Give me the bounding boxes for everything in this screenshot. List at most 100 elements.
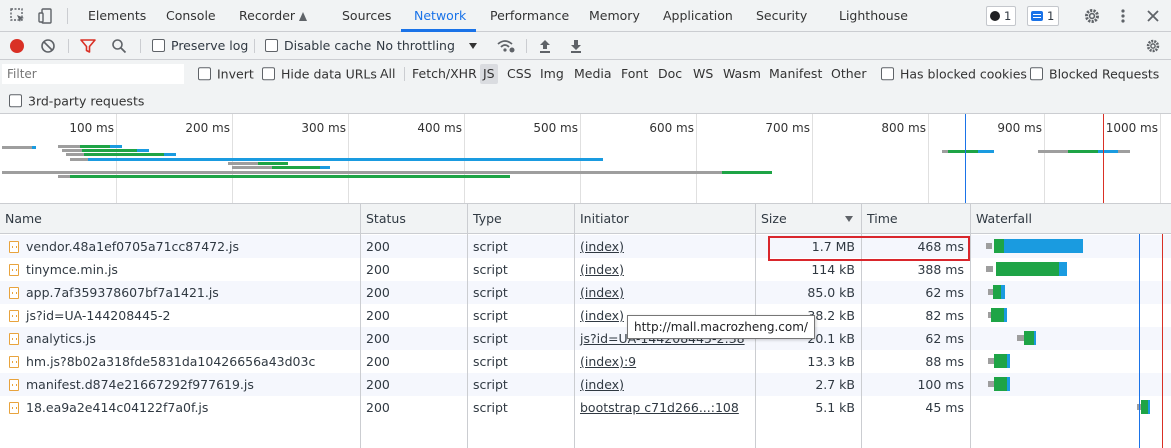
filter-icon[interactable] — [80, 38, 96, 54]
table-row[interactable]: hm.js?8b02a318fde5831da10426656a43d03c 20… — [0, 350, 1171, 373]
third-party-requests-checkbox[interactable]: 3rd-party requests — [9, 94, 144, 108]
overview-request-bar — [66, 153, 84, 156]
initiator-link[interactable]: (index) — [575, 281, 755, 304]
third-party-requests-label: 3rd-party requests — [28, 93, 145, 109]
request-name-cell[interactable]: js?id=UA-144208445-2 — [0, 304, 360, 327]
column-header-size[interactable]: Size — [756, 204, 862, 234]
tab-performance[interactable]: Performance — [490, 0, 569, 32]
issues-badge[interactable]: 1 — [986, 6, 1017, 26]
request-name-cell[interactable]: hm.js?8b02a318fde5831da10426656a43d03c — [0, 350, 360, 373]
request-name-cell[interactable]: tinymce.min.js — [0, 258, 360, 281]
invert-checkbox[interactable]: Invert — [198, 67, 254, 81]
tab-memory[interactable]: Memory — [589, 0, 640, 32]
waterfall-timing-bar — [994, 239, 1004, 253]
network-overview-timeline[interactable]: 100 ms 200 ms 300 ms 400 ms 500 ms 600 m… — [0, 114, 1171, 204]
type-cell: script — [473, 239, 508, 254]
table-row[interactable]: vendor.48a1ef0705a71cc87472.js 200 script (… — [0, 235, 1171, 258]
tab-lighthouse[interactable]: Lighthouse — [839, 0, 908, 32]
table-row[interactable]: manifest.d874e21667292f977619.js 200 scrip… — [0, 373, 1171, 396]
disable-cache-checkbox[interactable]: Disable cache — [265, 32, 371, 60]
preserve-log-checkbox[interactable]: Preserve log — [152, 32, 248, 60]
request-name-cell[interactable]: app.7af359378607bf7a1421.js — [0, 281, 360, 304]
column-header-time[interactable]: Time — [862, 204, 971, 234]
column-header-status[interactable]: Status — [361, 204, 468, 234]
filter-type-js[interactable]: JS — [480, 64, 498, 84]
search-icon[interactable] — [111, 38, 127, 54]
clear-icon[interactable] — [40, 38, 56, 54]
request-name-cell[interactable]: analytics.js — [0, 327, 360, 350]
has-blocked-cookies-checkbox[interactable]: Has blocked cookies — [881, 67, 1027, 81]
network-conditions-wifi-icon[interactable] — [496, 38, 516, 54]
filter-type-media[interactable]: Media — [571, 64, 615, 84]
overview-request-bar — [110, 145, 122, 148]
overview-tick-label: 100 ms — [69, 121, 114, 135]
script-file-icon — [9, 287, 19, 299]
filter-type-fetch-xhr[interactable]: Fetch/XHR — [409, 64, 480, 84]
request-name-cell[interactable]: 18.ea9a2e414c04122f7a0f.js — [0, 396, 360, 419]
invert-label: Invert — [217, 66, 254, 82]
flask-icon — [299, 12, 308, 21]
filter-type-css[interactable]: CSS — [504, 64, 535, 84]
tab-network[interactable]: Network — [414, 0, 466, 32]
filter-type-all[interactable]: All — [377, 64, 399, 84]
filter-type-manifest[interactable]: Manifest — [766, 64, 825, 84]
column-header-name[interactable]: Name — [0, 204, 361, 234]
overview-request-bar — [58, 175, 70, 178]
table-row[interactable]: app.7af359378607bf7a1421.js 200 script (ind… — [0, 281, 1171, 304]
initiator-link[interactable]: (index) — [575, 258, 755, 281]
request-name: 18.ea9a2e414c04122f7a0f.js — [26, 400, 209, 415]
overview-tick-label: 700 ms — [765, 121, 810, 135]
dom-content-loaded-marker — [965, 114, 966, 203]
tab-console[interactable]: Console — [166, 0, 216, 32]
table-row[interactable]: tinymce.min.js 200 script (index) 114 kB 388 … — [0, 258, 1171, 281]
initiator-link[interactable]: (index):9 — [575, 350, 755, 373]
tab-security[interactable]: Security — [756, 0, 807, 32]
tab-application[interactable]: Application — [663, 0, 733, 32]
waterfall-timing-bar — [991, 308, 1004, 322]
initiator-link[interactable]: bootstrap c71d266...:108 — [575, 396, 755, 419]
filter-type-ws[interactable]: WS — [690, 64, 716, 84]
network-settings-gear-icon[interactable] — [1144, 38, 1162, 54]
devtools-tab-bar: Elements Console Recorder Sources Networ… — [0, 0, 1171, 32]
overview-request-bar — [1098, 150, 1118, 153]
checkbox-box — [265, 39, 278, 52]
toolbar-divider — [254, 39, 255, 53]
close-icon[interactable] — [1144, 7, 1162, 25]
table-row[interactable]: analytics.js200scriptjs?id=UA-144208445-… — [0, 327, 1171, 350]
filter-type-other[interactable]: Other — [828, 64, 870, 84]
filter-type-wasm[interactable]: Wasm — [720, 64, 764, 84]
table-row[interactable]: js?id=UA-144208445-2 200 script (index) 38.2… — [0, 304, 1171, 327]
initiator-link[interactable]: (index) — [575, 235, 755, 258]
filter-type-img[interactable]: Img — [537, 64, 567, 84]
column-header-initiator[interactable]: Initiator — [575, 204, 756, 234]
tab-elements[interactable]: Elements — [88, 0, 146, 32]
time-cell: 100 ms — [917, 377, 964, 392]
tab-recorder[interactable]: Recorder — [239, 0, 308, 32]
initiator-link[interactable]: (index) — [575, 373, 755, 396]
filter-type-font[interactable]: Font — [618, 64, 651, 84]
export-har-download-icon[interactable] — [569, 38, 583, 54]
record-icon[interactable] — [9, 38, 25, 54]
messages-badge[interactable]: 1 — [1027, 6, 1060, 26]
disable-cache-label: Disable cache — [284, 38, 372, 53]
column-header-waterfall[interactable]: Waterfall — [971, 204, 1171, 234]
settings-gear-icon[interactable] — [1083, 7, 1101, 25]
type-cell: script — [473, 285, 508, 300]
inspect-element-icon[interactable] — [9, 7, 27, 25]
table-row[interactable]: 18.ea9a2e414c04122f7a0f.js 200 script boots… — [0, 396, 1171, 419]
column-header-type[interactable]: Type — [468, 204, 575, 234]
filter-input[interactable] — [2, 64, 184, 84]
column-divider — [574, 234, 575, 448]
device-toolbar-icon[interactable] — [37, 7, 55, 25]
overview-gridline — [696, 114, 697, 203]
filter-type-doc[interactable]: Doc — [655, 64, 685, 84]
hide-data-urls-checkbox[interactable]: Hide data URLs — [262, 67, 377, 81]
blocked-requests-checkbox[interactable]: Blocked Requests — [1030, 67, 1159, 81]
request-name-cell[interactable]: vendor.48a1ef0705a71cc87472.js — [0, 235, 360, 258]
tab-sources[interactable]: Sources — [342, 0, 391, 32]
import-har-upload-icon[interactable] — [538, 38, 552, 54]
request-name-cell[interactable]: manifest.d874e21667292f977619.js — [0, 373, 360, 396]
more-options-icon[interactable] — [1114, 7, 1132, 25]
throttling-select[interactable]: No throttling — [376, 32, 477, 60]
toolbar-divider — [68, 39, 69, 53]
